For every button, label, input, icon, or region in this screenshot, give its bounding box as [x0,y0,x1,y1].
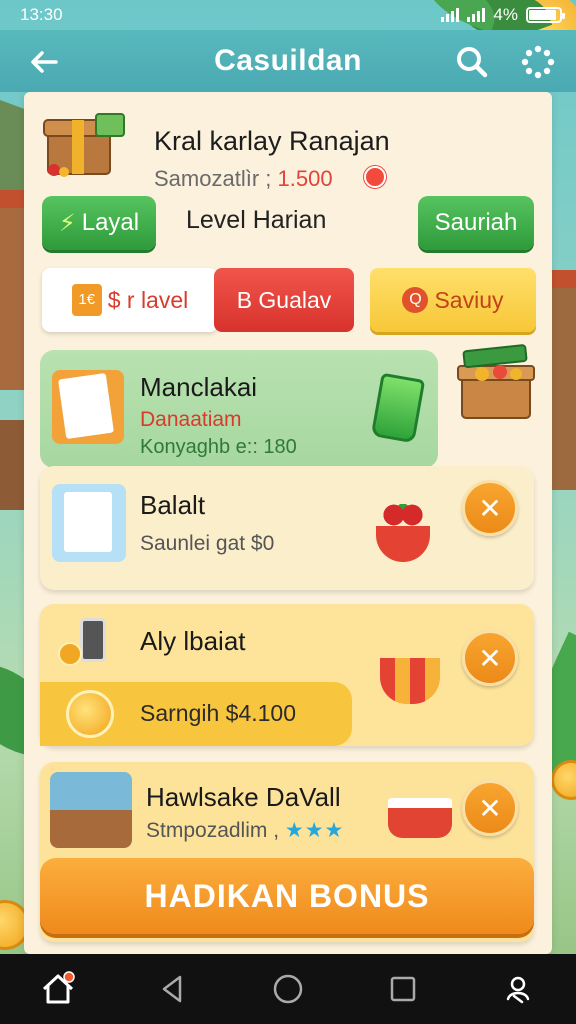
berries-icon [380,504,426,526]
task-card-balalt[interactable]: Balalt Saunlei gat $0 [40,466,534,590]
house-decoration [0,420,24,510]
battery-percent: 4% [493,5,518,24]
close-button[interactable]: ✕ [462,780,518,836]
menu-list-icon [52,370,124,444]
star-rating: ★★★ [284,819,345,842]
nav-recents-button[interactable] [378,964,428,1014]
tab-gualav[interactable]: B Gualav [214,268,354,332]
layal-button[interactable]: ⚡ Layal [42,196,156,250]
document-icon [52,484,126,562]
coin-reward-bar: Sarngih $4.100 [40,682,352,746]
triangle-back-icon [162,975,182,1003]
card-title: Aly lbaiat [140,626,246,656]
lightning-icon: ⚡ [58,209,76,237]
task-card-hawlsake[interactable]: Hawlsake DaVall Stmpozadlim , ★★★ HADIKA… [40,762,534,942]
close-icon: ✕ [478,642,502,674]
nav-home-button[interactable] [33,964,83,1014]
coin-reward-text: Sarngih $4.100 [140,700,297,726]
nav-home-circle-button[interactable] [263,964,313,1014]
phone-icon [80,618,106,662]
tabs-row: 1€ $ r lavel B Gualav Q Saviuy [40,268,540,332]
drink-icon [370,372,426,444]
card-title: Manclakai [140,372,258,402]
tab-level-label: $ r lavel [107,286,189,313]
close-button[interactable]: ✕ [462,630,518,686]
reward-crate-icon [457,344,535,419]
house-decoration [552,270,576,490]
main-panel: Kral karlay Ranajan Samozatlìr ; 1.500 ⚡… [24,92,552,954]
app-bar: Casuildan [0,30,576,92]
clock-icon [364,166,386,188]
tab-gualav-label: B Gualav [236,286,332,313]
task-card-manclakai[interactable]: Manclakai Danaatiam Konyaghb e:: 180 [40,350,438,468]
coin-icon [66,690,114,738]
nav-assistant-button[interactable] [493,964,543,1014]
player-name: Kral karlay Ranajan [154,126,390,156]
circle-icon [273,974,303,1004]
house-decoration [0,190,26,390]
assistant-icon [507,976,530,1004]
food-basket-icon [380,658,440,704]
bowl-icon [376,526,430,562]
battery-fill [529,10,556,20]
tab-level[interactable]: 1€ $ r lavel [42,268,218,332]
status-time: 13:30 [20,5,63,24]
signal-icon [441,8,460,22]
card-subtitle-text: Stmpozadlim , [146,819,280,842]
gift-basket-icon [388,798,452,838]
tab-saviuy[interactable]: Q Saviuy [370,268,536,332]
player-subtitle: Samozatlìr ; 1.500 [154,166,333,192]
level-tag: 1€ [71,284,102,316]
dots-loader-icon [521,45,555,79]
sauriah-button[interactable]: Sauriah [418,196,534,250]
bonus-button[interactable]: HADIKAN BONUS [40,858,534,934]
home-icon [42,971,75,1004]
card-title: Balalt [140,490,206,520]
app-title: Casuildan [214,44,362,77]
card-detail: Konyaghb e:: 180 [140,436,297,458]
card-subtitle: Danaatiam [140,408,242,431]
level-harian-label: Level Harian [186,206,327,234]
bonus-label: HADIKAN BONUS [144,877,430,914]
player-header: Kral karlay Ranajan Samozatlìr ; 1.500 [38,108,538,191]
task-card-aly-lbaiat[interactable]: Aly lbaiat Sarngih $4.100 [40,604,534,746]
coin-icon [58,642,82,666]
food-crate-icon [50,772,132,848]
search-circle-icon: Q [402,287,429,313]
treasure-chest-icon [43,113,125,177]
sauriah-label: Sauriah [434,209,518,236]
back-button[interactable] [24,42,64,82]
arrow-left-icon [31,51,58,73]
status-bar: 13:30 4% [0,0,576,30]
battery-icon [526,7,565,23]
nav-back-button[interactable] [148,964,198,1014]
subtitle-amount: 1.500 [277,166,333,191]
close-button[interactable]: ✕ [462,480,518,536]
close-icon: ✕ [478,492,502,524]
card-subtitle: Stmpozadlim , ★★★ [146,818,344,843]
search-button[interactable] [452,42,492,82]
menu-button[interactable] [518,42,558,82]
tab-saviuy-label: Saviuy [434,286,504,313]
card-title: Hawlsake DaVall [146,782,341,812]
card-subtitle: Saunlei gat $0 [140,532,275,555]
square-icon [390,976,416,1002]
close-icon: ✕ [478,792,502,824]
signal-icon [467,8,486,22]
layal-label: Layal [81,209,140,236]
status-icons: 4% [441,5,565,25]
search-icon [457,47,488,78]
system-nav-bar [0,954,576,1024]
subtitle-label: Samozatlìr ; [154,166,272,191]
